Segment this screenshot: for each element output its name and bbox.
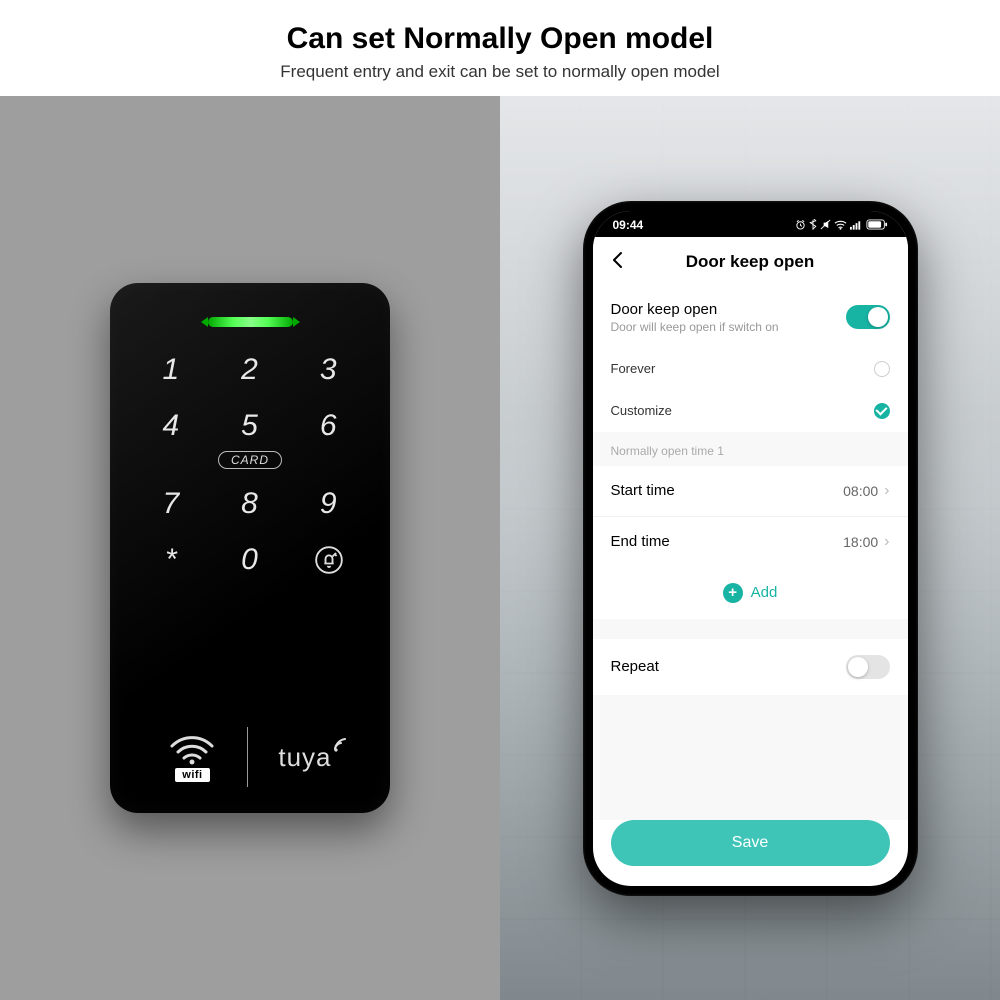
add-time-button[interactable]: + Add [593, 567, 908, 619]
check-circle-icon [874, 403, 890, 419]
chevron-right-icon: › [884, 482, 889, 500]
card-label: CARD [138, 451, 362, 479]
mute-icon [820, 219, 831, 230]
page-subtitle: Frequent entry and exit can be set to no… [0, 62, 1000, 82]
bell-key[interactable] [295, 543, 362, 577]
keypad-grid: 1 2 3 4 5 6 CARD 7 8 9 * 0 [138, 353, 362, 577]
option-forever[interactable]: Forever [593, 348, 908, 390]
wifi-status-icon [834, 220, 847, 230]
phone-screen: 09:44 Door keep open [593, 211, 908, 886]
door-keep-open-section: Door keep open Door will keep open if sw… [593, 287, 908, 348]
end-time-row[interactable]: End time 18:00 › [593, 517, 908, 567]
key-4[interactable]: 4 [138, 409, 205, 443]
keypad-footer: wifi tuya [138, 719, 362, 791]
chevron-left-icon [611, 251, 623, 269]
alarm-icon [795, 219, 806, 230]
tuya-logo: tuya [278, 742, 331, 773]
time-group-label: Normally open time 1 [593, 432, 908, 466]
app-content: Door keep open Door will keep open if sw… [593, 287, 908, 820]
chevron-right-icon: › [884, 533, 889, 551]
led-indicator-icon [208, 317, 293, 327]
key-5[interactable]: 5 [217, 409, 284, 443]
wifi-label: wifi [175, 768, 209, 782]
back-button[interactable] [605, 251, 629, 273]
option-customize-label: Customize [611, 403, 672, 418]
key-8[interactable]: 8 [217, 487, 284, 521]
keypad-device: 1 2 3 4 5 6 CARD 7 8 9 * 0 [110, 283, 390, 813]
key-7[interactable]: 7 [138, 487, 205, 521]
wifi-icon [168, 732, 216, 766]
radio-unchecked-icon [874, 361, 890, 377]
battery-icon [866, 219, 888, 230]
key-1[interactable]: 1 [138, 353, 205, 387]
phone-frame: 09:44 Door keep open [583, 201, 918, 896]
plus-circle-icon: + [723, 583, 743, 603]
toggle-subtitle: Door will keep open if switch on [611, 320, 846, 334]
status-time: 09:44 [613, 218, 644, 232]
app-header: Door keep open [593, 237, 908, 287]
app-title: Door keep open [686, 252, 814, 272]
option-customize[interactable]: Customize [593, 390, 908, 432]
end-time-label: End time [611, 533, 670, 550]
right-panel: 09:44 Door keep open [500, 96, 1000, 1000]
option-forever-label: Forever [611, 361, 656, 376]
status-icons [795, 219, 888, 230]
page-title: Can set Normally Open model [0, 22, 1000, 56]
divider-icon [247, 727, 248, 787]
wifi-block: wifi [168, 732, 216, 782]
key-3[interactable]: 3 [295, 353, 362, 387]
key-9[interactable]: 9 [295, 487, 362, 521]
add-label: Add [751, 584, 778, 601]
door-open-toggle[interactable] [846, 305, 890, 329]
bell-icon [315, 546, 343, 574]
end-time-value: 18:00 [843, 534, 878, 550]
key-2[interactable]: 2 [217, 353, 284, 387]
repeat-toggle[interactable] [846, 655, 890, 679]
spacer [593, 619, 908, 629]
key-0[interactable]: 0 [217, 543, 284, 577]
left-panel: 1 2 3 4 5 6 CARD 7 8 9 * 0 [0, 96, 500, 1000]
start-time-value: 08:00 [843, 483, 878, 499]
page-header: Can set Normally Open model Frequent ent… [0, 0, 1000, 96]
signal-icon [850, 220, 863, 230]
save-button[interactable]: Save [611, 820, 890, 866]
bluetooth-icon [809, 219, 817, 230]
key-star[interactable]: * [138, 543, 205, 577]
repeat-row: Repeat [593, 639, 908, 695]
start-time-row[interactable]: Start time 08:00 › [593, 466, 908, 517]
content-split: 1 2 3 4 5 6 CARD 7 8 9 * 0 [0, 96, 1000, 1000]
start-time-label: Start time [611, 482, 675, 499]
toggle-title: Door keep open [611, 301, 846, 318]
status-bar: 09:44 [593, 211, 908, 237]
key-6[interactable]: 6 [295, 409, 362, 443]
repeat-label: Repeat [611, 658, 659, 675]
tuya-signal-icon [334, 738, 350, 752]
